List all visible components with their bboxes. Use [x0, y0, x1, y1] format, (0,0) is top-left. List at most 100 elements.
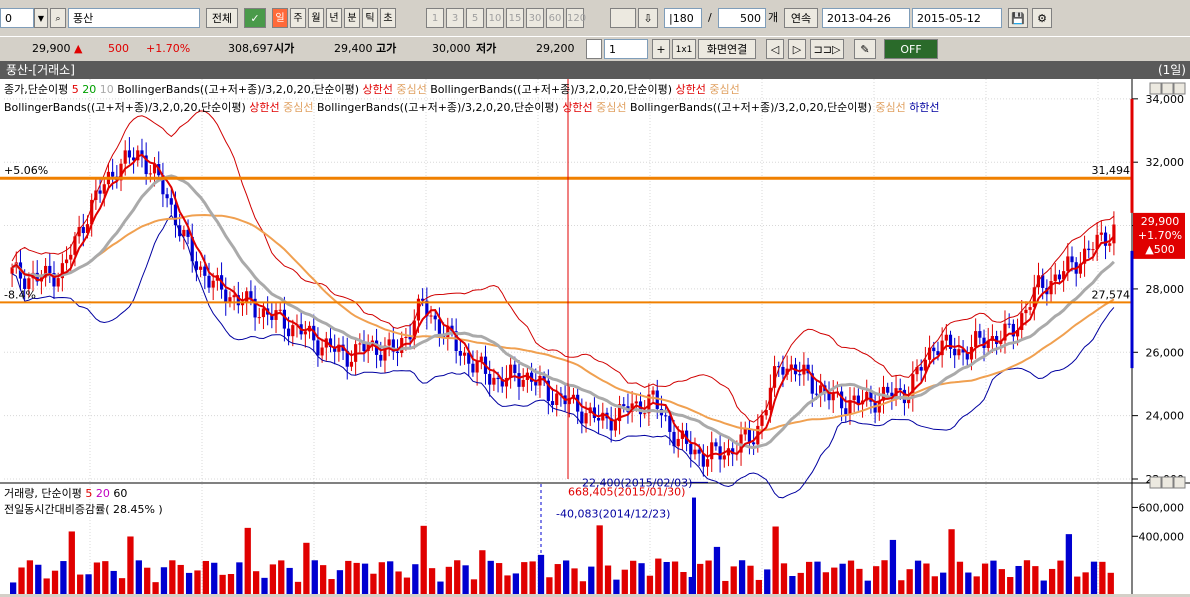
volume-bar	[135, 560, 142, 594]
candle-body	[278, 309, 282, 311]
legend-ma5: 5	[71, 83, 83, 96]
candle-body	[27, 278, 31, 289]
crosshair-icon[interactable]: +	[652, 39, 670, 59]
candle-body	[437, 319, 442, 336]
count-input[interactable]: 500	[718, 8, 766, 28]
volume-bar	[596, 525, 603, 594]
volume-bar	[571, 568, 578, 594]
select-count[interactable]: 1	[604, 39, 648, 59]
volume-bar	[789, 575, 796, 594]
volume-bar	[1007, 577, 1014, 594]
period-button-4[interactable]: 분	[344, 8, 360, 28]
search-icon[interactable]: ⌕	[50, 8, 66, 28]
candle-body	[211, 280, 215, 288]
price-tick-label: 24,000	[1146, 410, 1185, 423]
volume-bar	[981, 563, 989, 594]
checkbox[interactable]	[586, 39, 602, 59]
candle-body	[710, 442, 714, 460]
period-button-1[interactable]: 주	[290, 8, 306, 28]
legend-bb2-upper: 상한선	[675, 83, 710, 96]
volume-bar	[60, 561, 67, 594]
period-button-2[interactable]: 월	[308, 8, 324, 28]
stock-code-input[interactable]: 0	[0, 8, 34, 28]
volume-bar	[252, 571, 260, 594]
volume-bar	[10, 582, 17, 594]
blank-box[interactable]	[610, 8, 636, 28]
all-button[interactable]: 전체	[206, 8, 238, 28]
candle-body	[471, 363, 475, 373]
save-icon[interactable]: 💾	[1008, 8, 1028, 28]
legend-bb3-mid: 중심선	[283, 101, 318, 114]
volume-bar	[604, 565, 612, 594]
legend-bb4: BollingerBands((고+저+종)/3,2,0,20,단순이평)	[317, 101, 563, 114]
play-icon[interactable]: ⊐⊐▷	[810, 39, 844, 59]
minute-button-5[interactable]: 5	[466, 8, 484, 28]
period-button-6[interactable]: 초	[380, 8, 396, 28]
one-by-one-button[interactable]: 1x1	[672, 39, 696, 59]
candle-body	[207, 275, 211, 288]
minute-button-15[interactable]: 15	[506, 8, 524, 28]
candle-body	[798, 374, 802, 376]
candle-body	[597, 418, 601, 421]
period-button-0[interactable]: 일	[272, 8, 288, 28]
minute-button-3[interactable]: 3	[446, 8, 464, 28]
code-dropdown-icon[interactable]: ▼	[34, 8, 48, 28]
volume-bar	[495, 563, 503, 594]
period-button-3[interactable]: 년	[326, 8, 342, 28]
volume-high-label: 668,405(2015/01/30)	[568, 486, 685, 499]
minute-button-30[interactable]: 30	[526, 8, 544, 28]
candle-body	[69, 254, 73, 260]
minute-button-10[interactable]: 10	[486, 8, 504, 28]
candle-body	[404, 336, 408, 338]
volume-bar	[621, 569, 628, 594]
next-icon[interactable]: ▷	[788, 39, 806, 59]
candle-body	[320, 347, 324, 356]
panel-button	[1173, 82, 1186, 95]
date-to-input[interactable]: 2015-05-12	[912, 8, 1002, 28]
chart-mode-icon[interactable]: ✓	[244, 8, 266, 28]
candle-body	[1057, 274, 1062, 280]
volume-bar	[973, 576, 980, 594]
legend-volume: 거래량	[4, 487, 35, 500]
volume-bar	[504, 575, 511, 594]
candle-body	[743, 428, 747, 435]
panel-button	[1149, 476, 1162, 489]
stock-name-field[interactable]: 풍산	[68, 8, 200, 28]
settings-icon[interactable]: ⚙	[1032, 8, 1052, 28]
continuous-button[interactable]: 연속	[784, 8, 818, 28]
volume-bar	[864, 580, 871, 594]
volume-bar	[529, 561, 536, 594]
candle-body	[102, 184, 106, 194]
candle-body	[831, 393, 835, 401]
volume-bar	[118, 578, 126, 594]
candle-body	[898, 388, 902, 390]
prev-icon[interactable]: ◁	[766, 39, 784, 59]
candle-body	[840, 391, 844, 409]
candle-body	[81, 227, 85, 234]
minute-button-60[interactable]: 60	[546, 8, 564, 28]
period-button-5[interactable]: 틱	[362, 8, 378, 28]
candle-body	[1070, 256, 1074, 263]
minute-button-1[interactable]: 1	[426, 8, 444, 28]
volume-legend-2: 전일동시간대비증감률( 28.45% )	[4, 503, 163, 516]
volume-bar	[738, 560, 746, 594]
chart-area[interactable]: 34,00032,00030,00028,00026,00024,00022,0…	[0, 79, 1190, 594]
volume-bar	[554, 564, 561, 594]
pen-icon[interactable]: ✎	[854, 39, 876, 59]
count-prefix[interactable]: |180	[664, 8, 702, 28]
high-label: 고가	[376, 42, 397, 55]
date-from-input[interactable]: 2013-04-26	[822, 8, 910, 28]
toggle-off-button[interactable]: OFF	[884, 39, 938, 59]
volume-bar	[353, 562, 360, 594]
candle-body	[169, 198, 173, 205]
minute-button-120[interactable]: 120	[566, 8, 586, 28]
down-arrow-icon[interactable]: ⇩	[638, 8, 658, 28]
screen-link-button[interactable]: 화면연결	[698, 39, 756, 59]
volume-bar	[780, 563, 788, 594]
volume-bar	[1099, 561, 1106, 594]
chart-svg[interactable]: 34,00032,00030,00028,00026,00024,00022,0…	[0, 79, 1190, 594]
candle-body	[814, 393, 819, 395]
current-diff-label: ▲500	[1145, 243, 1174, 256]
volume-bar	[462, 565, 469, 594]
price-tick-label: 32,000	[1146, 156, 1185, 169]
